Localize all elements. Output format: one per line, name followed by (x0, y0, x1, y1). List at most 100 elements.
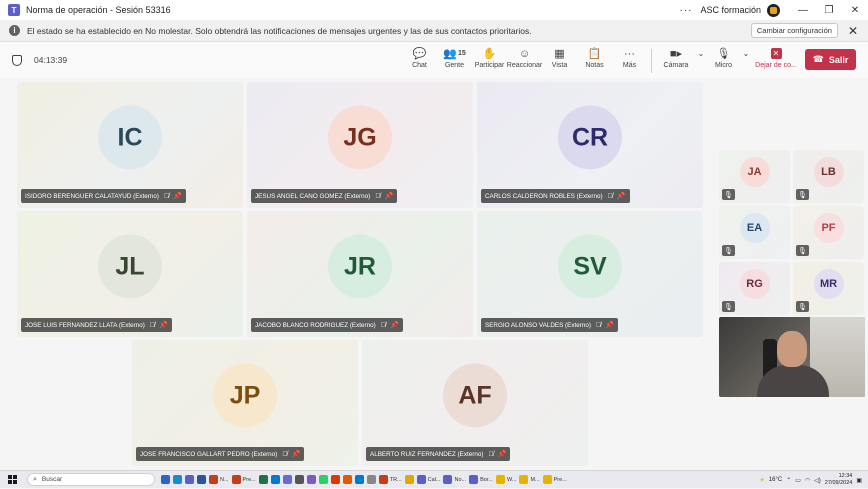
self-video-preview[interactable] (719, 317, 865, 397)
app-icon (209, 475, 218, 484)
app-icon (354, 475, 364, 484)
organization-avatar[interactable] (767, 3, 780, 17)
participant-tile[interactable]: JP JOSE FRANCISCO GALLART PEDRO (Externo… (132, 340, 358, 466)
taskbar-app[interactable]: Pre... (231, 473, 256, 486)
participant-name-label: JOSE LUIS FERNANDEZ LLATA (Externo) 🎙̸ 📌 (21, 318, 172, 332)
leave-meeting-button[interactable]: ☎ Salir (805, 49, 856, 70)
meeting-timer: 04:13:39 (34, 55, 68, 65)
taskbar-app[interactable] (197, 473, 206, 486)
participant-tile[interactable]: CR CARLOS CALDERON ROBLES (Externo) 🎙̸ 📌 (477, 82, 703, 208)
notes-icon: 📋 (587, 48, 602, 60)
chat-button[interactable]: 💬 Chat (402, 45, 437, 77)
phone-hangup-icon: ☎ (812, 54, 824, 64)
participant-avatar: JG (328, 105, 392, 170)
minimize-button[interactable]: — (790, 5, 816, 16)
taskbar-clock[interactable]: 12:34 27/09/2024 (825, 473, 853, 487)
taskbar-app[interactable]: Cal... (416, 473, 440, 486)
organization-name[interactable]: ASC formación (700, 5, 761, 15)
tray-expand-icon[interactable]: ⌃ (786, 477, 791, 484)
battery-icon[interactable]: ▭ (795, 477, 801, 484)
participant-tile[interactable]: JL JOSE LUIS FERNANDEZ LLATA (Externo) 🎙̸… (17, 211, 243, 337)
close-notification-button[interactable]: ✕ (848, 24, 858, 38)
taskbar-app[interactable]: M... (519, 473, 540, 486)
taskbar-app[interactable] (306, 473, 316, 486)
more-actions-button[interactable]: ··· Más (612, 45, 647, 77)
notifications-icon[interactable]: ▣ (856, 477, 862, 484)
taskbar-app[interactable] (270, 473, 280, 486)
taskbar-app[interactable]: No... (443, 473, 466, 486)
window-title: Norma de operación - Sesión 53316 (26, 5, 171, 15)
participant-tile[interactable]: JR JACOBO BLANCO RODRIGUEZ (Externo) 🎙̸ 📌 (247, 211, 473, 337)
app-icon (306, 475, 316, 484)
raise-hand-button[interactable]: ✋ Participar (472, 45, 507, 77)
wifi-icon[interactable]: ◠ (805, 477, 810, 484)
gallery-tile[interactable]: LB 🎙 (793, 150, 864, 203)
taskbar-search[interactable]: ⌕ Buscar (27, 473, 155, 486)
taskbar-app[interactable]: W... (495, 473, 516, 486)
windows-start-icon[interactable] (8, 475, 17, 484)
taskbar-app[interactable] (404, 473, 414, 486)
gallery-tile[interactable]: PF 🎙 (793, 206, 864, 259)
taskbar-app[interactable] (354, 473, 364, 486)
taskbar-app[interactable] (258, 473, 268, 486)
participant-avatar: JP (213, 363, 277, 428)
participant-tile[interactable]: JG JESUS ANGEL CANO GOMEZ (Externo) 🎙̸ 📌 (247, 82, 473, 208)
close-window-button[interactable]: ✕ (842, 5, 868, 16)
taskbar-app[interactable] (342, 473, 352, 486)
mic-off-icon: 🎙 (722, 245, 735, 256)
system-tray: ☀ 16°C ⌃ ▭ ◠ ◁) 12:34 27/09/2024 ▣ (759, 471, 862, 489)
taskbar-app[interactable] (318, 473, 328, 486)
pin-icon: 📌 (291, 451, 301, 458)
title-bar: T Norma de operación - Sesión 53316 ··· … (0, 0, 868, 20)
camera-icon: ■▸ (669, 48, 683, 60)
change-settings-button[interactable]: Cambiar configuración (750, 23, 838, 38)
stop-sharing-button[interactable]: ✕ Dejar de co... (751, 45, 801, 77)
meeting-stage: IC ISIDORO BERENGUER CALATAYUD (Externo)… (0, 78, 868, 470)
view-button[interactable]: ▦ Vista (542, 45, 577, 77)
taskbar-app[interactable]: Pre... (542, 473, 567, 486)
taskbar-app[interactable] (185, 473, 194, 486)
mic-button[interactable]: 🎙 Micro (706, 45, 741, 77)
participant-name-label: ISIDORO BERENGUER CALATAYUD (Externo) 🎙̸ 📌 (21, 189, 186, 203)
participant-avatar: IC (98, 105, 162, 170)
taskbar-app[interactable] (282, 473, 292, 486)
app-icon (469, 475, 479, 484)
people-button[interactable]: 👥 15 Gente (437, 45, 472, 77)
meeting-toolbar: 04:13:39 💬 Chat 👥 15 Gente ✋ Participar ☺… (0, 42, 868, 78)
camera-options-dropdown[interactable]: ⌄ (696, 45, 706, 77)
taskbar-app[interactable] (366, 473, 376, 486)
participant-tile[interactable]: SV SERGIO ALONSO VALDES (Externo) 🎙̸ 📌 (477, 211, 703, 337)
pin-icon: 📌 (605, 322, 614, 329)
participant-avatar: CR (558, 105, 622, 170)
pin-icon: 📌 (389, 322, 399, 329)
camera-button[interactable]: ■▸ Cámara (656, 45, 696, 77)
gallery-tile[interactable]: MR 🎙 (793, 262, 864, 315)
app-icon (231, 475, 241, 484)
gallery-tile[interactable]: JA 🎙 (719, 150, 790, 203)
taskbar-app[interactable]: TR... (378, 473, 402, 486)
participant-avatar: JR (328, 234, 392, 299)
more-options-button[interactable]: ··· (679, 5, 692, 16)
taskbar-app[interactable] (161, 473, 170, 486)
gallery-tile[interactable]: RG 🎙 (719, 262, 790, 315)
gallery-tile[interactable]: EA 🎙 (719, 206, 790, 259)
taskbar-app[interactable]: Bor... (469, 473, 493, 486)
participant-tile[interactable]: IC ISIDORO BERENGUER CALATAYUD (Externo)… (17, 82, 243, 208)
taskbar-app[interactable] (330, 473, 340, 486)
notes-button[interactable]: 📋 Notas (577, 45, 612, 77)
participant-tile[interactable]: AF ALBERTO RUIZ FERNANDEZ (Externo) 🎙̸ 📌 (362, 340, 588, 466)
windows-taskbar: ⌕ Buscar N... Pre... TR... Cal... No... Bor..… (0, 470, 868, 488)
react-button[interactable]: ☺ Reaccionar (507, 45, 542, 77)
taskbar-app[interactable] (294, 473, 304, 486)
taskbar-app[interactable]: N... (209, 473, 229, 486)
mic-off-icon: 🎙 (722, 189, 735, 200)
taskbar-app[interactable] (173, 473, 182, 486)
participant-name-label: JESUS ANGEL CANO GOMEZ (Externo) 🎙̸ 📌 (251, 189, 398, 203)
participant-avatar: JL (98, 234, 162, 299)
participant-avatar: SV (558, 234, 622, 299)
app-icon (185, 475, 194, 484)
maximize-button[interactable]: ❐ (816, 5, 842, 16)
volume-icon[interactable]: ◁) (814, 477, 821, 484)
mic-options-dropdown[interactable]: ⌄ (741, 45, 751, 77)
grid-icon: ▦ (554, 48, 565, 60)
